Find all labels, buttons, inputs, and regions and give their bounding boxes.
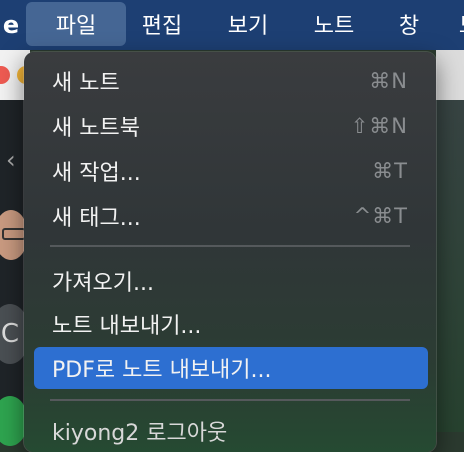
file-menu-dropdown: 새 노트 ⌘N 새 노트북 ⇧⌘N 새 작업... ⌘T 새 태그... ^⌘T… [24, 52, 436, 452]
menu-item-label: 새 노트북 [52, 116, 140, 141]
shortcut-label: ⇧⌘N [350, 114, 408, 138]
menu-item-label: 가져오기... [52, 271, 154, 296]
menu-item-export-notes[interactable]: 노트 내보내기... [34, 303, 428, 345]
shortcut-label: ⌘T [372, 159, 408, 183]
menu-item-label: 새 작업... [52, 161, 141, 186]
menu-item-label: 노트 내보내기... [52, 314, 202, 339]
menu-help[interactable]: 도 [454, 2, 464, 46]
back-chevron-icon[interactable]: ‹ [6, 146, 16, 174]
menu-note[interactable]: 노트 [308, 2, 360, 46]
menu-item-logout[interactable]: kiyong2 로그아웃 [34, 410, 428, 452]
menu-item-new-notebook[interactable]: 새 노트북 ⇧⌘N [34, 105, 428, 147]
menu-separator [50, 245, 410, 247]
menu-file[interactable]: 파일 [26, 2, 126, 46]
menu-item-label: PDF로 노트 내보내기... [52, 358, 272, 383]
menu-item-new-note[interactable]: 새 노트 ⌘N [34, 60, 428, 102]
menu-view[interactable]: 보기 [222, 2, 274, 46]
bg-toolbar-edge [436, 50, 464, 100]
shortcut-label: ⌘N [369, 69, 408, 93]
app-name-menu[interactable]: e [0, 0, 22, 50]
menu-item-export-pdf[interactable]: PDF로 노트 내보내기... [34, 347, 428, 389]
menu-item-label: 새 태그... [52, 206, 141, 231]
menu-item-label: 새 노트 [52, 71, 120, 96]
shortcut-label: ^⌘T [353, 204, 408, 228]
menu-item-label: kiyong2 로그아웃 [52, 421, 228, 446]
menu-window[interactable]: 창 [394, 2, 424, 46]
menu-separator [50, 399, 410, 401]
menu-item-import[interactable]: 가져오기... [34, 260, 428, 302]
menu-edit[interactable]: 편집 [136, 2, 188, 46]
menu-item-new-tag[interactable]: 새 태그... ^⌘T [34, 195, 428, 237]
menu-item-new-task[interactable]: 새 작업... ⌘T [34, 150, 428, 192]
bg-content-edge [436, 50, 464, 432]
menu-bar: e 파일 편집 보기 노트 창 도 [0, 0, 464, 50]
